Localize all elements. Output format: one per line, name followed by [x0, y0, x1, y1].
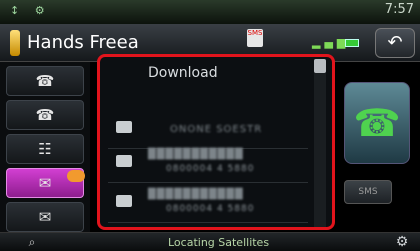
- sidebar-item-dial-pad[interactable]: ☷: [6, 134, 84, 164]
- call-button[interactable]: ☎: [344, 82, 410, 164]
- status-icons: ↕ ⚙: [10, 4, 51, 17]
- navigation-status: Locating Satellites: [168, 236, 270, 249]
- battery-icon: [345, 39, 359, 47]
- gear-icon: ⚙: [395, 234, 409, 250]
- item-name: ONONE SOESTR: [170, 124, 263, 135]
- envelope-open-icon: [116, 195, 132, 207]
- sidebar-item-sms-sent[interactable]: ✉: [6, 202, 84, 232]
- item-name: ███████████: [148, 189, 244, 200]
- item-number: 0800004 4 5880: [166, 164, 255, 174]
- sms-button[interactable]: SMS: [344, 180, 392, 204]
- search-icon: ⌕: [28, 235, 36, 249]
- clock: 7:57: [384, 2, 414, 17]
- back-button[interactable]: ↶: [375, 28, 415, 58]
- search-button[interactable]: ⌕: [12, 235, 52, 251]
- list-item[interactable]: ███████████ 0800004 4 5880: [108, 145, 308, 183]
- envelope-icon: [116, 121, 132, 133]
- sms-sent-icon: ✉: [38, 208, 52, 226]
- sidebar-item-call-history[interactable]: ☎: [6, 100, 84, 130]
- sidebar-item-phonebook[interactable]: ☎: [6, 66, 84, 96]
- sms-indicator-icon: SMS: [247, 29, 263, 47]
- page-title: Hands Freea: [27, 32, 139, 53]
- settings-button[interactable]: ⚙: [390, 234, 414, 251]
- list-header: Download: [148, 65, 218, 81]
- unread-badge: [67, 170, 85, 182]
- bottom-bar: ⌕ Locating Satellites ⚙: [0, 232, 420, 251]
- envelope-open-icon: [116, 155, 132, 167]
- sidebar: ☎ ☎ ☷ ✉ ✉: [0, 62, 90, 232]
- phone-handset-icon: ☎: [353, 101, 401, 145]
- status-bar: ↕ ⚙ 7:57: [0, 0, 420, 24]
- dial-pad-icon: ☷: [38, 140, 52, 158]
- call-history-icon: ☎: [35, 106, 55, 124]
- item-name: ███████████: [148, 149, 244, 160]
- signal-icon: ▂▄▆: [312, 36, 350, 49]
- list-item[interactable]: ███████████ 0800004 4 5880: [108, 185, 308, 223]
- list-item[interactable]: ONONE SOESTR: [108, 111, 308, 149]
- phone-app-icon: [10, 30, 20, 56]
- scrollbar-track[interactable]: [314, 59, 326, 227]
- message-list-panel: Download ONONE SOESTR ███████████ 080000…: [97, 54, 335, 230]
- scrollbar-thumb[interactable]: [314, 59, 326, 73]
- item-number: 0800004 4 5880: [166, 204, 255, 214]
- sms-inbox-icon: ✉: [38, 174, 52, 192]
- phonebook-icon: ☎: [35, 72, 55, 90]
